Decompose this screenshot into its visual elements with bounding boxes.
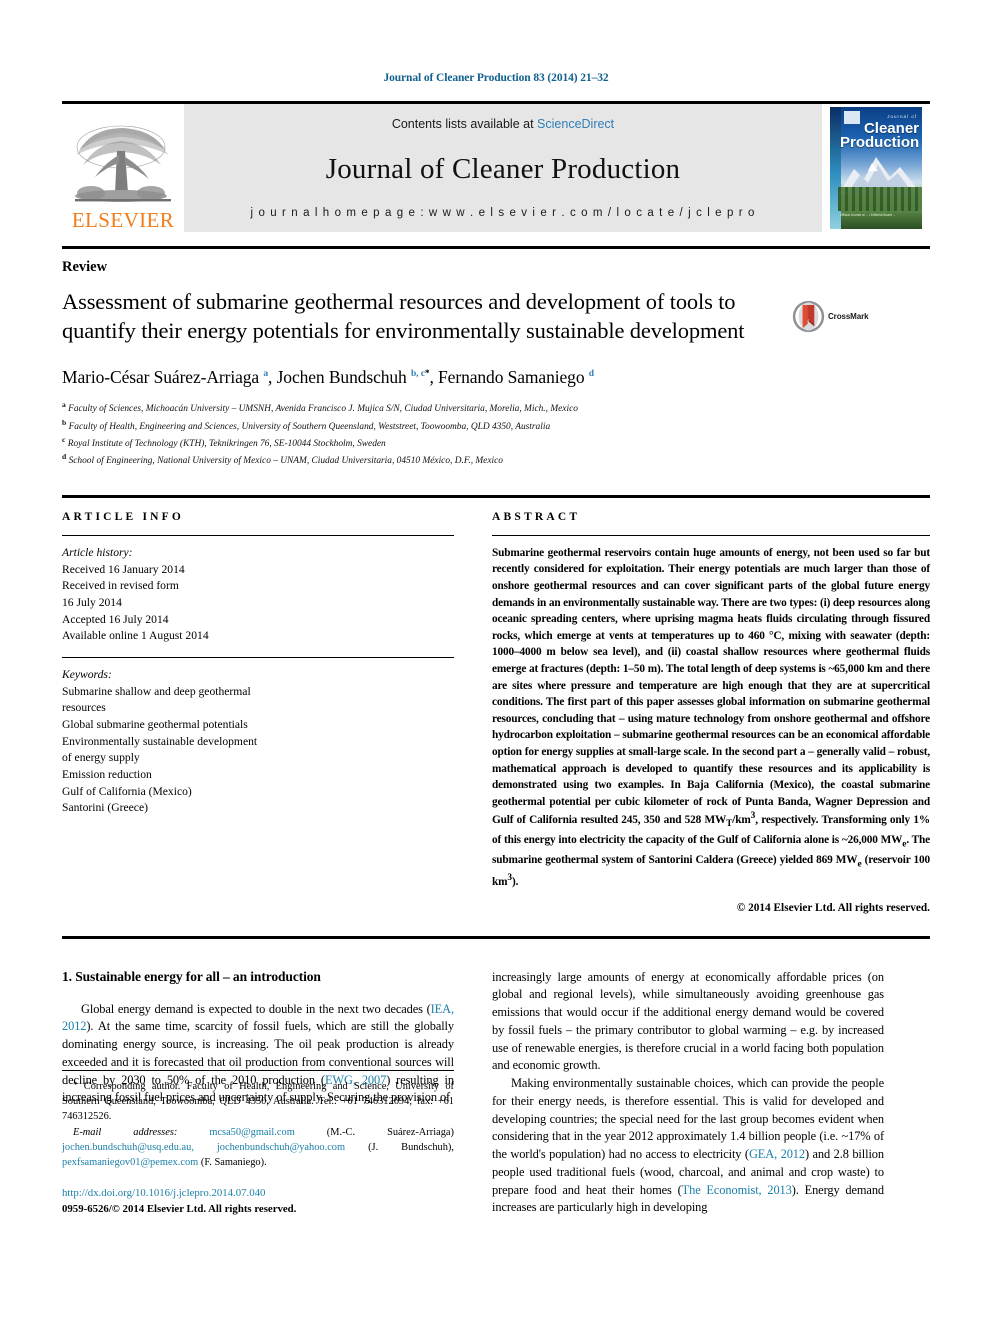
keyword-item: Submarine shallow and deep geothermal	[62, 684, 251, 698]
keywords-block: Keywords: Submarine shallow and deep geo…	[62, 667, 454, 817]
cover-kicker: Journal of	[887, 114, 917, 119]
section-heading-1: 1. Sustainable energy for all – an intro…	[62, 968, 321, 984]
affiliation-list: a Faculty of Sciences, Michoacán Univers…	[62, 399, 930, 469]
affiliation-item: b Faculty of Health, Engineering and Sci…	[62, 417, 551, 432]
keyword-item: Santorini (Greece)	[62, 801, 148, 815]
affiliation-marker: c	[62, 434, 66, 444]
affiliation-item: c Royal Institute of Technology (KTH), T…	[62, 434, 386, 450]
corresponding-author-footnote: * Corresponding author. Faculty of Healt…	[62, 1080, 454, 1123]
keyword-item: Gulf of California (Mexico)	[62, 784, 192, 798]
email-link[interactable]: jochenbundschuh@yahoo.com	[217, 1142, 345, 1153]
journal-masthead: ELSEVIER Contents lists available at Sci…	[62, 101, 930, 232]
history-item: Received 16 January 2014	[62, 562, 185, 576]
article-info-column: ARTICLE INFO Article history: Received 1…	[62, 511, 454, 914]
doi-link[interactable]: http://dx.doi.org/10.1016/j.jclepro.2014…	[62, 1186, 454, 1201]
email-link[interactable]: mcsa50@gmail.com	[209, 1127, 294, 1138]
affiliation-marker: b	[62, 417, 67, 427]
divider	[62, 534, 454, 536]
elsevier-tree-icon	[75, 125, 171, 202]
journal-homepage-line[interactable]: j o u r n a l h o m e p a g e : w w w . …	[251, 207, 756, 219]
body-right-column: increasingly large amounts of energy at …	[492, 969, 884, 1217]
issn-copyright-line: 0959-6526/© 2014 Elsevier Ltd. All right…	[62, 1202, 297, 1215]
footnote-marker: *	[73, 1080, 78, 1091]
email-link[interactable]: pexfsamaniegov01@pemex.com	[62, 1157, 198, 1168]
cover-forest-graphic	[838, 187, 922, 211]
elsevier-logo: ELSEVIER	[62, 104, 184, 232]
citation-link[interactable]: GEA, 2012	[749, 1147, 805, 1161]
crossmark-badge[interactable]: CrossMark	[792, 300, 888, 333]
article-header: Review Assessment of submarine geotherma…	[62, 246, 930, 469]
running-head: Journal of Cleaner Production 83 (2014) …	[383, 72, 609, 84]
article-history-label: Article history:	[62, 545, 133, 559]
paper-page: Journal of Cleaner Production 83 (2014) …	[0, 0, 992, 1323]
author-list: Mario-César Suárez-Arriaga a, Jochen Bun…	[62, 367, 594, 388]
journal-title: Journal of Cleaner Production	[325, 152, 681, 185]
article-type: Review	[62, 259, 108, 275]
elsevier-wordmark: ELSEVIER	[71, 208, 175, 232]
affiliation-marker: d	[62, 452, 67, 462]
history-item: Available online 1 August 2014	[62, 629, 209, 643]
cover-footer-text: Official Journal of ... • Editorial Boar…	[840, 213, 896, 217]
affiliation-item: a Faculty of Sciences, Michoacán Univers…	[62, 400, 578, 415]
divider	[492, 534, 930, 536]
email-link[interactable]: jochen.bundschuh@usq.edu.au,	[62, 1142, 194, 1153]
email-owner: (J. Bundschuh),	[368, 1142, 454, 1154]
body-paragraph-right-1: increasingly large amounts of energy at …	[492, 969, 884, 1073]
divider	[62, 656, 454, 658]
affiliation-marker: a	[62, 400, 66, 410]
contents-available-line: Contents lists available at ScienceDirec…	[392, 117, 614, 131]
abstract-copyright: © 2014 Elsevier Ltd. All rights reserved…	[736, 901, 930, 914]
article-info-heading: ARTICLE INFO	[62, 510, 185, 523]
email-footnote: E-mail addresses: mcsa50@gmail.com (M.-C…	[62, 1126, 454, 1171]
cover-title: Cleaner Production	[840, 121, 920, 152]
history-item: Accepted 16 July 2014	[62, 612, 169, 626]
title-row: Assessment of submarine geothermal resou…	[62, 288, 930, 345]
contents-prefix: Contents lists available at	[391, 117, 534, 131]
email-label: E-mail addresses:	[73, 1127, 178, 1139]
body-paragraph-right-2: Making environmentally sustainable choic…	[492, 1076, 885, 1215]
email-owner: (M.-C. Suárez-Arriaga)	[326, 1127, 454, 1139]
sciencedirect-link[interactable]: ScienceDirect	[537, 117, 614, 131]
keyword-item: Global submarine geothermal potentials	[62, 718, 248, 731]
keywords-label: Keywords:	[62, 667, 112, 681]
cover-title-line2: Production	[840, 134, 920, 152]
abstract-heading: ABSTRACT	[492, 510, 581, 523]
page-title: Assessment of submarine geothermal resou…	[62, 289, 745, 343]
history-item: 16 July 2014	[62, 595, 122, 609]
article-history: Article history: Received 16 January 201…	[62, 545, 454, 645]
affiliation-item: d School of Engineering, National Univer…	[62, 452, 503, 467]
masthead-center: Contents lists available at ScienceDirec…	[184, 104, 822, 232]
body-left-column: 1. Sustainable energy for all – an intro…	[62, 969, 454, 1217]
journal-cover-thumbnail: Journal of Cleaner Production Official J…	[822, 104, 930, 232]
body-columns: 1. Sustainable energy for all – an intro…	[62, 935, 930, 1217]
journal-cover-image: Journal of Cleaner Production Official J…	[830, 107, 922, 229]
keyword-item: Environmentally sustainable development	[62, 734, 258, 748]
info-abstract-block: ARTICLE INFO Article history: Received 1…	[62, 494, 930, 914]
citation-link[interactable]: IEA, 2012	[62, 1002, 454, 1034]
keyword-item: Emission reduction	[62, 768, 152, 782]
crossmark-icon	[792, 300, 825, 333]
email-owner: (F. Samaniego).	[200, 1157, 267, 1169]
crossmark-label: CrossMark	[828, 312, 869, 321]
footnote-block: * Corresponding author. Faculty of Healt…	[62, 1070, 454, 1217]
citation-link[interactable]: The Economist, 2013	[682, 1183, 792, 1197]
abstract-text: Submarine geothermal reservoirs contain …	[492, 546, 931, 889]
abstract-column: ABSTRACT Submarine geothermal reservoirs…	[492, 511, 930, 914]
keyword-item: of energy supply	[62, 751, 140, 765]
doi-block: http://dx.doi.org/10.1016/j.jclepro.2014…	[62, 1186, 454, 1217]
history-item: Received in revised form	[62, 579, 179, 593]
keyword-item: resources	[62, 701, 106, 715]
